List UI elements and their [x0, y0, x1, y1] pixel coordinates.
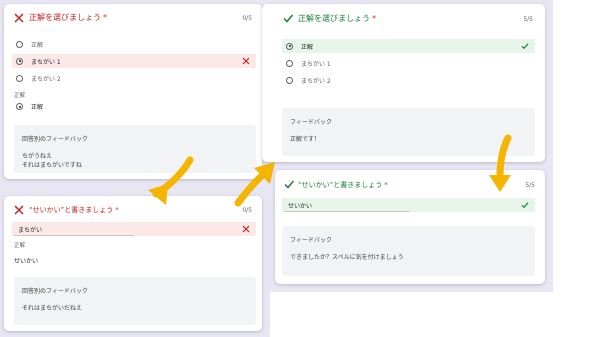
feedback-line: それはまちがいですね — [22, 162, 82, 169]
feedback-box: フィードバック 正解です！ — [282, 108, 535, 156]
score: 5/5 — [523, 16, 533, 23]
option-label: まちがい 2 — [301, 77, 331, 85]
radio-button-selected[interactable] — [16, 57, 23, 65]
score: 0/5 — [242, 15, 252, 22]
radio-button[interactable] — [16, 74, 23, 82]
answer-underline — [14, 235, 134, 236]
score: 0/5 — [242, 207, 252, 214]
option-wrong-1[interactable]: まちがい 1 — [282, 56, 535, 70]
close-icon — [242, 225, 250, 233]
tutorial-canvas: 正解を選びましょう * 0/5 正解 まちがい 1 まちがい 2 正解 正解 回答… — [0, 0, 600, 337]
option-wrong-1[interactable]: まちがい 1 — [12, 54, 256, 68]
correct-answer-label: 正解 — [14, 243, 26, 249]
correct-answer-label: 正解 — [14, 93, 26, 99]
required-mark: * — [115, 206, 119, 214]
answer-field[interactable]: せいかい — [282, 198, 535, 212]
radio-button-selected[interactable] — [286, 42, 293, 50]
feedback-title: 回答別のフィードバック — [22, 136, 88, 143]
answer-field[interactable]: まちがい — [12, 222, 256, 236]
question-title: “せいかい”と書きましょう * — [298, 181, 388, 189]
question-title: 正解を選びましょう * — [29, 13, 107, 22]
option-label: まちがい 2 — [31, 75, 61, 83]
question-card-choice-incorrect: 正解を選びましょう * 0/5 正解 まちがい 1 まちがい 2 正解 正解 回答… — [4, 4, 262, 179]
check-icon — [521, 43, 529, 50]
feedback-line: ちがうねえ — [22, 153, 53, 160]
close-icon — [14, 205, 24, 215]
radio-button[interactable] — [286, 59, 293, 67]
correct-answer-text: 正解 — [31, 104, 44, 111]
correct-answer: せいかい — [14, 258, 39, 265]
answer-text: まちがい — [18, 226, 43, 234]
option-wrong-2[interactable]: まちがい 2 — [12, 71, 256, 85]
feedback-title: フィードバック — [290, 237, 332, 244]
radio-button-selected — [16, 103, 23, 110]
option-label: 正解 — [31, 41, 44, 49]
option-correct[interactable]: 正解 — [12, 37, 256, 51]
required-mark: * — [384, 181, 388, 189]
feedback-title: 回答別のフィードバック — [22, 288, 88, 295]
feedback-line: それはまちがいだねえ — [22, 305, 83, 312]
answer-underline — [284, 211, 410, 212]
radio-button[interactable] — [16, 40, 23, 48]
correct-answer: 正解 — [16, 102, 43, 111]
score: 5/5 — [525, 182, 535, 189]
answer-text: せいかい — [288, 202, 313, 210]
feedback-title: フィードバック — [290, 119, 332, 126]
feedback-line: できましたか？スペルに気を付けましょう — [290, 254, 404, 261]
question-title: 正解を選びましょう * — [298, 14, 376, 23]
close-icon — [14, 13, 24, 23]
close-icon — [242, 57, 250, 65]
option-label: まちがい 1 — [301, 60, 331, 68]
question-title: “せいかい”と書きましょう * — [29, 206, 119, 214]
question-card-text-incorrect: “せいかい”と書きましょう * 0/5 まちがい 正解 せいかい 回答別のフィード… — [4, 196, 262, 331]
feedback-line: 正解です！ — [290, 136, 321, 143]
option-correct[interactable]: 正解 — [282, 39, 535, 53]
feedback-box: 回答別のフィードバック ちがうねえ それはまちがいですね — [14, 125, 256, 173]
question-card-text-correct: “せいかい”と書きましょう * 5/5 せいかい フィードバック できましたか？ス… — [275, 170, 545, 284]
option-wrong-2[interactable]: まちがい 2 — [282, 73, 535, 87]
feedback-box: フィードバック できましたか？スペルに気を付けましょう — [282, 226, 535, 276]
check-icon — [521, 202, 529, 209]
option-label: まちがい 1 — [31, 58, 61, 66]
feedback-box: 回答別のフィードバック それはまちがいだねえ — [14, 277, 256, 325]
option-label: 正解 — [301, 43, 314, 51]
radio-button[interactable] — [286, 76, 293, 84]
question-card-choice-correct: 正解を選びましょう * 5/5 正解 まちがい 1 まちがい 2 フィードバック … — [262, 4, 545, 162]
required-mark: * — [372, 14, 376, 23]
required-mark: * — [103, 13, 107, 22]
check-icon — [284, 180, 295, 189]
check-icon — [283, 14, 294, 23]
